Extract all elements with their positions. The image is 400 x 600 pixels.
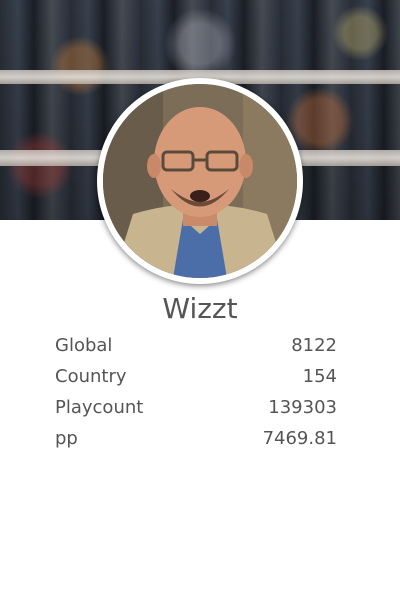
stats-table: Global 8122 Country 154 Playcount 139303… xyxy=(55,330,337,454)
stat-row-country: Country 154 xyxy=(55,361,337,392)
stat-row-pp: pp 7469.81 xyxy=(55,423,337,454)
stat-value: 8122 xyxy=(291,335,337,356)
stat-value: 7469.81 xyxy=(262,428,337,449)
username: Wizzt xyxy=(162,292,238,325)
stat-label: Country xyxy=(55,366,127,387)
stat-label: Global xyxy=(55,335,113,356)
avatar-portrait xyxy=(103,84,297,278)
stat-label: pp xyxy=(55,428,78,449)
stat-row-global: Global 8122 xyxy=(55,330,337,361)
stat-value: 154 xyxy=(302,366,337,387)
stat-value: 139303 xyxy=(268,397,337,418)
avatar[interactable] xyxy=(103,84,297,278)
stat-row-playcount: Playcount 139303 xyxy=(55,392,337,423)
stat-label: Playcount xyxy=(55,397,144,418)
